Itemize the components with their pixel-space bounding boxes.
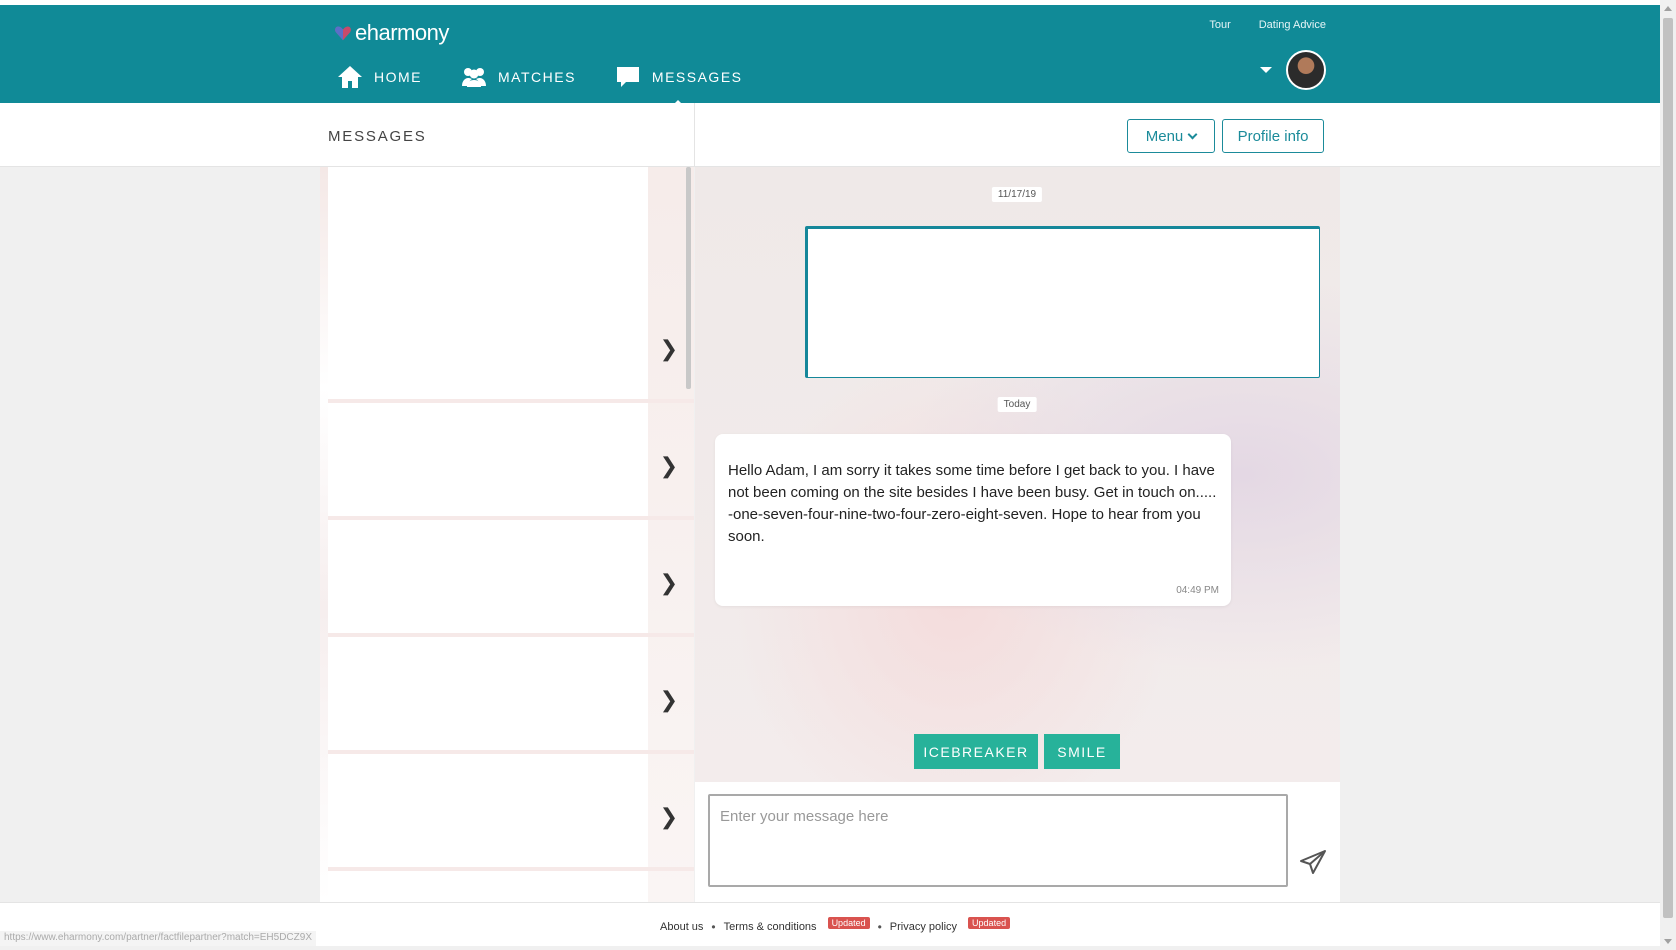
date-separator-today: Today <box>997 397 1037 412</box>
chevron-right-icon[interactable]: ❯ <box>660 570 678 596</box>
profile-info-label: Profile info <box>1237 127 1309 145</box>
list-item[interactable]: ❯ <box>328 642 694 754</box>
chevron-right-icon[interactable]: ❯ <box>660 336 678 362</box>
user-avatar[interactable] <box>1286 50 1326 90</box>
message-timestamp: 04:49 PM <box>1176 585 1219 596</box>
list-item[interactable]: ❯ <box>328 525 694 637</box>
list-item[interactable]: ❯ <box>328 291 694 403</box>
nav-home[interactable]: HOME <box>336 57 422 97</box>
nav-matches-label: MATCHES <box>498 69 576 85</box>
nav-matches[interactable]: MATCHES <box>460 57 576 97</box>
messages-title: MESSAGES <box>328 128 427 145</box>
scroll-thumb[interactable] <box>1663 18 1673 918</box>
logo-text: eharmony <box>355 20 449 45</box>
chevron-right-icon[interactable]: ❯ <box>660 453 678 479</box>
panel-divider <box>694 103 695 167</box>
main-nav: HOME MATCHES MESSAGES <box>336 57 743 97</box>
menu-button-label: Menu <box>1145 127 1184 145</box>
status-bar-url: https://www.eharmony.com/partner/factfil… <box>0 931 316 946</box>
dropdown-caret-icon[interactable] <box>1260 67 1272 73</box>
separator-dot: • <box>877 920 882 934</box>
terms-link[interactable]: Terms & conditions <box>724 921 817 933</box>
top-links: Tour Dating Advice <box>1209 19 1326 31</box>
home-icon <box>338 66 362 88</box>
messages-subbar: MESSAGES Menu Profile info <box>0 103 1660 167</box>
scroll-down-icon[interactable] <box>1664 939 1672 944</box>
user-area <box>1260 50 1326 90</box>
dating-advice-link[interactable]: Dating Advice <box>1259 19 1326 31</box>
conversation-list: ❯ ❯ ❯ ❯ ❯ <box>320 167 694 902</box>
chevron-down-icon <box>1187 129 1198 139</box>
chevron-right-icon[interactable]: ❯ <box>660 804 678 830</box>
date-separator: 11/17/19 <box>991 187 1043 202</box>
about-us-link[interactable]: About us <box>660 921 703 933</box>
icebreaker-button[interactable]: ICEBREAKER <box>914 734 1038 769</box>
menu-button[interactable]: Menu <box>1127 119 1215 153</box>
tour-link[interactable]: Tour <box>1209 19 1230 31</box>
message-text: Hello Adam, I am sorry it takes some tim… <box>728 462 1217 545</box>
site-header: eharmony Tour Dating Advice HOME MATCHES… <box>0 5 1660 103</box>
scroll-up-icon[interactable] <box>1664 6 1672 11</box>
message-input[interactable] <box>708 794 1288 887</box>
window-scrollbar[interactable] <box>1660 0 1676 950</box>
nav-messages[interactable]: MESSAGES <box>614 57 743 97</box>
chat-bubble-icon <box>616 67 639 87</box>
list-edge <box>320 167 328 902</box>
updated-badge: Updated <box>968 917 1011 929</box>
privacy-link[interactable]: Privacy policy <box>890 921 957 933</box>
chevron-right-icon[interactable]: ❯ <box>660 687 678 713</box>
separator-dot: • <box>711 920 716 934</box>
list-item[interactable]: ❯ <box>328 408 694 520</box>
nav-messages-label: MESSAGES <box>651 69 743 85</box>
footer-links: About us • Terms & conditions Updated • … <box>660 917 1011 934</box>
quick-actions: ICEBREAKER SMILE <box>914 734 1120 769</box>
smile-button[interactable]: SMILE <box>1044 734 1120 769</box>
send-icon[interactable] <box>1298 847 1328 877</box>
received-message-bubble: Hello Adam, I am sorry it takes some tim… <box>715 434 1231 606</box>
nav-home-label: HOME <box>374 69 422 85</box>
eharmony-logo[interactable]: eharmony <box>334 19 449 47</box>
sent-message-box <box>805 226 1320 378</box>
people-icon <box>462 68 486 87</box>
profile-info-button[interactable]: Profile info <box>1222 119 1324 153</box>
heart-logo-icon <box>335 26 351 41</box>
chat-thread: 11/17/19 Today Hello Adam, I am sorry it… <box>695 167 1340 782</box>
list-item[interactable]: ❯ <box>328 759 694 871</box>
compose-area <box>695 782 1340 902</box>
updated-badge: Updated <box>827 917 870 929</box>
list-scrollbar[interactable] <box>686 167 691 389</box>
